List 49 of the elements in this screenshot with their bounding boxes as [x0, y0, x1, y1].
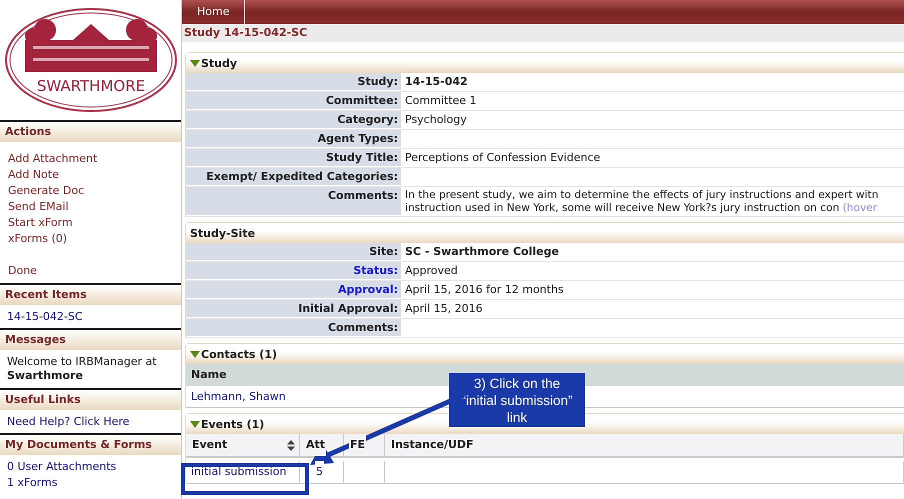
panel-title: Study: [201, 56, 238, 70]
sidebar-link[interactable]: 14-15-042-SC: [7, 310, 174, 323]
instruction-callout: 3) Click on the “initial submission” link: [449, 373, 585, 427]
action-link[interactable]: Generate Doc: [8, 184, 173, 197]
field-label-link[interactable]: Status:: [353, 264, 398, 277]
field-label: Committee:: [326, 94, 398, 107]
section-header: Recent Items: [0, 283, 181, 305]
column-header: Name: [191, 368, 227, 381]
field-value: Psychology: [405, 113, 467, 126]
welcome-message: Welcome to IRBManager at Swarthmore: [7, 355, 158, 383]
field-label: Comments:: [328, 321, 398, 334]
action-link[interactable]: Add Note: [8, 168, 173, 181]
field-value: instruction used in New York, some will receive New York?s jury instruction on con: [405, 202, 840, 214]
field-label: Comments:: [328, 189, 398, 202]
action-link[interactable]: xForms (0): [8, 232, 173, 245]
section-header: Useful Links: [0, 388, 181, 410]
field-label: Site:: [369, 245, 398, 258]
action-link[interactable]: Start xForm: [8, 216, 173, 229]
field-value: In the present study, we aim to determine the effects of jury instructions and expert witn: [405, 189, 878, 202]
field-label: Agent Types:: [318, 132, 398, 145]
action-link[interactable]: Send EMail: [8, 200, 173, 213]
section-header: Actions: [0, 120, 181, 142]
contact-link[interactable]: Lehmann, Shawn: [191, 390, 286, 403]
field-value: Perceptions of Confession Evidence: [405, 151, 600, 164]
sidebar-link[interactable]: 1 xForms: [7, 476, 174, 489]
event-link[interactable]: initial submission: [191, 461, 286, 483]
panel-title: Events (1): [201, 418, 264, 430]
field-label: Exempt/ Expedited Categories:: [206, 170, 398, 183]
field-value: Committee 1: [405, 94, 477, 107]
sort-icon: [287, 440, 295, 450]
done-link[interactable]: Done: [8, 264, 173, 277]
action-link[interactable]: Add Attachment: [8, 152, 173, 165]
section-header: My Documents & Forms: [0, 433, 181, 455]
college-logo: SWARTHMORE: [2, 6, 178, 114]
field-label: Study:: [358, 75, 398, 88]
sidebar-link[interactable]: 0 User Attachments: [7, 460, 174, 473]
field-value: April 15, 2016 for 12 months: [405, 283, 564, 296]
panel-title: Contacts (1): [201, 348, 278, 360]
section-header: Messages: [0, 328, 181, 350]
panel-title: Study-Site: [190, 226, 256, 240]
field-label: Initial Approval:: [298, 302, 398, 315]
field-value: SC - Swarthmore College: [405, 245, 559, 258]
field-value: Approved: [405, 264, 458, 277]
field-label: Study Title:: [326, 151, 398, 164]
field-value: 14-15-042: [405, 75, 468, 88]
field-value: April 15, 2016: [405, 302, 483, 315]
sidebar-link[interactable]: Need Help? Click Here: [7, 415, 174, 428]
page-title: Study 14-15-042-SC: [184, 26, 308, 39]
field-label: Category:: [337, 113, 398, 126]
